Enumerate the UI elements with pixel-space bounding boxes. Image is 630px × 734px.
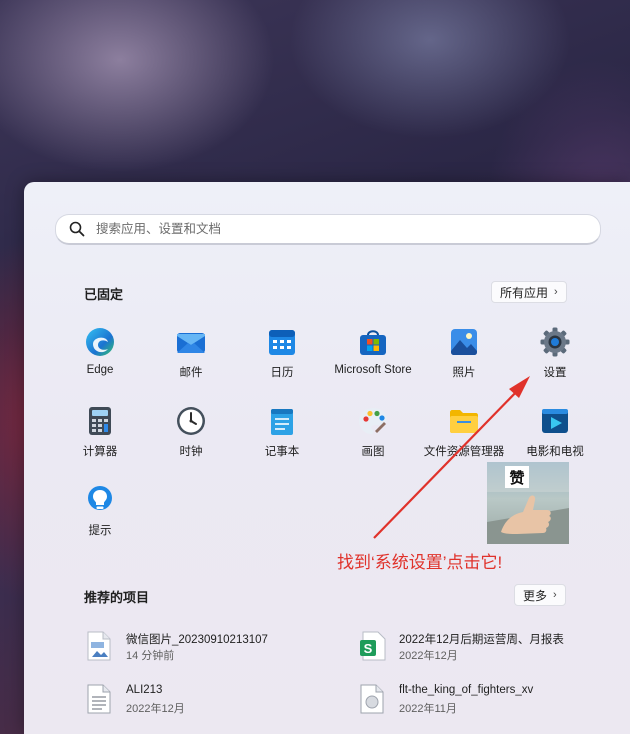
pinned-title: 已固定 [84, 287, 124, 302]
app-microsoft-store[interactable]: Microsoft Store [327, 326, 419, 396]
app-edge[interactable]: Edge [54, 326, 146, 396]
sticker-text: 赞 [508, 469, 524, 487]
app-paint[interactable]: 画图 [327, 405, 419, 475]
recommended-item[interactable]: 微信图片_20230910213107 14 分钟前 [86, 629, 346, 669]
calculator-icon [89, 407, 111, 435]
app-tips[interactable]: 提示 [54, 484, 146, 554]
app-label: 照片 [452, 367, 476, 379]
movies-icon [542, 409, 568, 433]
app-label: 电影和电视 [526, 446, 584, 458]
app-label: 文件资源管理器 [423, 446, 505, 458]
search-input[interactable] [94, 221, 578, 237]
app-settings[interactable]: 设置 [509, 326, 601, 396]
clock-icon [177, 407, 205, 435]
notepad-icon [271, 409, 293, 435]
svg-text:S: S [364, 641, 373, 656]
file-name: ALI213 [126, 684, 163, 696]
calendar-icon [269, 330, 295, 355]
recommended-item[interactable]: S 2022年12月后期运营周、月报表 2022年12月 [359, 629, 619, 669]
app-label: 日历 [270, 367, 294, 379]
photos-icon [451, 329, 477, 355]
tips-icon [88, 486, 112, 510]
mail-icon [177, 333, 205, 353]
app-notepad[interactable]: 记事本 [236, 405, 328, 475]
search-box[interactable] [55, 214, 601, 245]
chevron-right-icon: › [553, 589, 557, 601]
app-calculator[interactable]: 计算器 [54, 405, 146, 475]
start-menu: 已固定 所有应用 › Edge 邮件 日历 [24, 182, 630, 734]
more-label: 更多 [523, 588, 548, 603]
spreadsheet-file-icon: S [360, 631, 386, 661]
file-time: 2022年12月 [126, 703, 185, 715]
edge-icon [86, 328, 114, 356]
app-label: 邮件 [179, 367, 203, 379]
folder-icon [450, 410, 478, 433]
file-name: 2022年12月后期运营周、月报表 [399, 634, 564, 646]
app-mail[interactable]: 邮件 [145, 326, 237, 396]
file-time: 2022年11月 [399, 703, 457, 715]
app-calendar[interactable]: 日历 [236, 326, 328, 396]
app-label: 时钟 [179, 446, 203, 458]
file-name: 微信图片_20230910213107 [126, 634, 268, 646]
app-label: 计算器 [82, 446, 118, 458]
search-icon [69, 221, 85, 237]
all-apps-button[interactable]: 所有应用 › [491, 281, 567, 303]
file-time: 2022年12月 [399, 650, 458, 662]
all-apps-label: 所有应用 [500, 285, 549, 300]
app-photos[interactable]: 照片 [418, 326, 510, 396]
thumbs-up-sticker: 赞 [487, 462, 569, 544]
app-label: 提示 [88, 525, 112, 537]
file-name: flt-the_king_of_fighters_xv [399, 684, 534, 696]
app-label: 画图 [361, 446, 385, 458]
annotation-text: 找到‘系统设置’点击它! [337, 553, 503, 572]
text-file-icon [87, 684, 111, 714]
app-label: 记事本 [264, 446, 300, 458]
gear-icon [540, 327, 570, 357]
app-label: 设置 [543, 367, 567, 379]
paint-icon [359, 408, 387, 434]
recommended-item[interactable]: flt-the_king_of_fighters_xv 2022年11月 [359, 682, 619, 722]
more-button[interactable]: 更多 › [514, 584, 566, 606]
jpg-file-icon [87, 631, 111, 661]
app-clock[interactable]: 时钟 [145, 405, 237, 475]
chevron-right-icon: › [554, 286, 558, 298]
recommended-item[interactable]: ALI213 2022年12月 [86, 682, 346, 722]
recommended-title: 推荐的项目 [84, 590, 150, 605]
store-icon [360, 330, 386, 355]
file-time: 14 分钟前 [126, 650, 175, 662]
generic-file-icon [360, 684, 384, 714]
app-label: Microsoft Store [334, 364, 412, 376]
app-label: Edge [86, 364, 114, 376]
